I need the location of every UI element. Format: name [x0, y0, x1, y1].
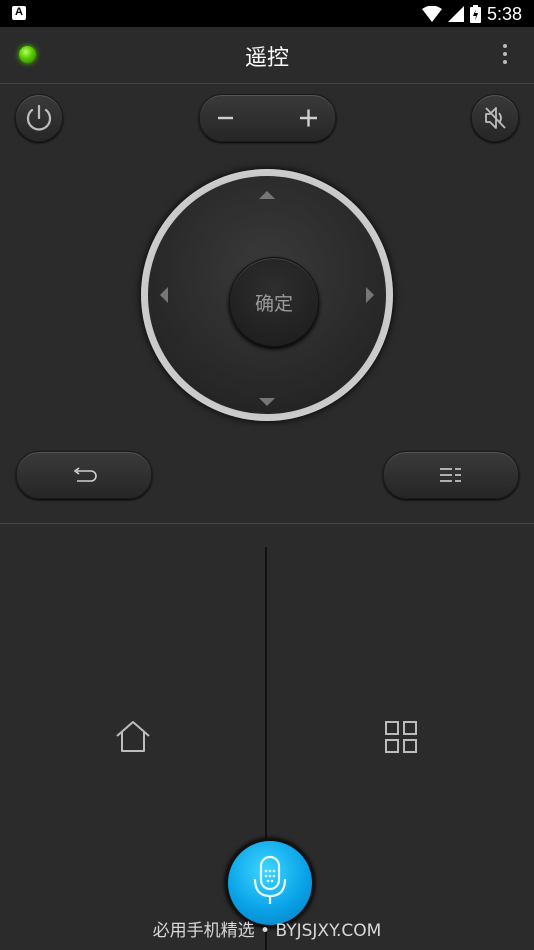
dpad-ring: 确定: [148, 176, 386, 414]
mute-icon: [485, 107, 506, 129]
dpad-left-button[interactable]: [158, 287, 170, 307]
arrow-right-icon: [366, 287, 374, 303]
back-button[interactable]: [16, 451, 152, 499]
battery-icon: [469, 5, 481, 23]
volume-down-button[interactable]: [200, 95, 260, 141]
signal-icon: [447, 6, 464, 22]
menu-button[interactable]: [383, 451, 519, 499]
dpad-down-button[interactable]: [259, 393, 275, 412]
volume-rocker: [199, 94, 336, 142]
plus-icon: [300, 109, 317, 127]
page-title: 遥控: [244, 46, 289, 71]
volume-up-button[interactable]: [275, 95, 335, 141]
status-bar: 5:38: [0, 0, 534, 27]
power-icon: [26, 104, 52, 131]
dpad-up-button[interactable]: [259, 186, 275, 205]
voice-button[interactable]: [225, 838, 315, 928]
power-button[interactable]: [15, 94, 63, 142]
arrow-down-icon: [259, 398, 275, 406]
arrow-left-icon: [160, 287, 168, 303]
notification-icon: [12, 6, 26, 20]
microphone-icon: [253, 855, 287, 904]
dpad-right-button[interactable]: [364, 287, 376, 307]
wifi-icon: [421, 6, 442, 22]
back-icon: [73, 467, 97, 482]
dpad: 确定: [141, 169, 393, 421]
ok-label: 确定: [254, 292, 293, 315]
status-icons: 5:38: [421, 3, 522, 25]
status-time: 5:38: [486, 3, 522, 24]
menu-icon: [440, 468, 461, 482]
mute-button[interactable]: [471, 94, 519, 142]
minus-icon: [218, 116, 233, 120]
title-bar: 遥控: [0, 27, 534, 84]
home-icon: [116, 721, 150, 752]
arrow-up-icon: [259, 191, 275, 199]
apps-grid-icon: [385, 721, 417, 753]
watermark-text: 必用手机精选 • BYJSJXY.COM: [152, 921, 382, 941]
ok-button[interactable]: 确定: [229, 257, 319, 347]
more-vert-icon[interactable]: [502, 41, 508, 67]
